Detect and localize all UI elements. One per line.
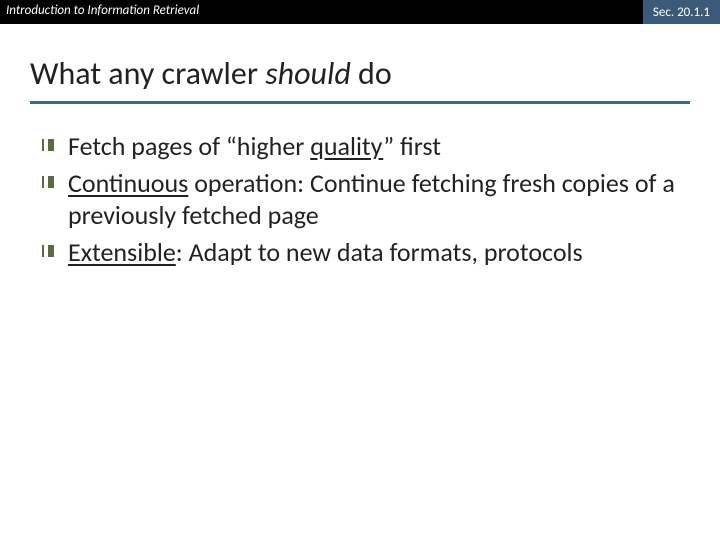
bullet-item: Extensible: Adapt to new data formats, p… <box>42 236 678 269</box>
title-underline-rule <box>30 101 690 104</box>
slide-header: Introduction to Information Retrieval Se… <box>0 0 720 24</box>
title-part-2: do <box>351 54 392 93</box>
bullet-underline: Continuous <box>68 167 188 199</box>
bullet-text: Fetch pages of “higher <box>68 130 310 162</box>
slide-content: Fetch pages of “higher quality” first Co… <box>0 112 720 268</box>
bullet-item: Fetch pages of “higher quality” first <box>42 130 678 163</box>
bullet-list: Fetch pages of “higher quality” first Co… <box>42 130 678 268</box>
bullet-text: : Adapt to new data formats, protocols <box>176 236 583 268</box>
slide-title: What any crawler should do <box>30 54 690 99</box>
title-part-1: What any crawler <box>30 54 265 93</box>
title-block: What any crawler should do <box>0 24 720 112</box>
header-course-title: Introduction to Information Retrieval <box>0 0 205 24</box>
bullet-underline: quality <box>310 130 383 162</box>
bullet-text: ” first <box>383 130 441 162</box>
title-emphasis: should <box>265 54 351 93</box>
bullet-underline: Extensible <box>68 236 176 268</box>
header-section-badge: Sec. 20.1.1 <box>643 0 720 24</box>
bullet-item: Continuous operation: Continue fetching … <box>42 167 678 232</box>
